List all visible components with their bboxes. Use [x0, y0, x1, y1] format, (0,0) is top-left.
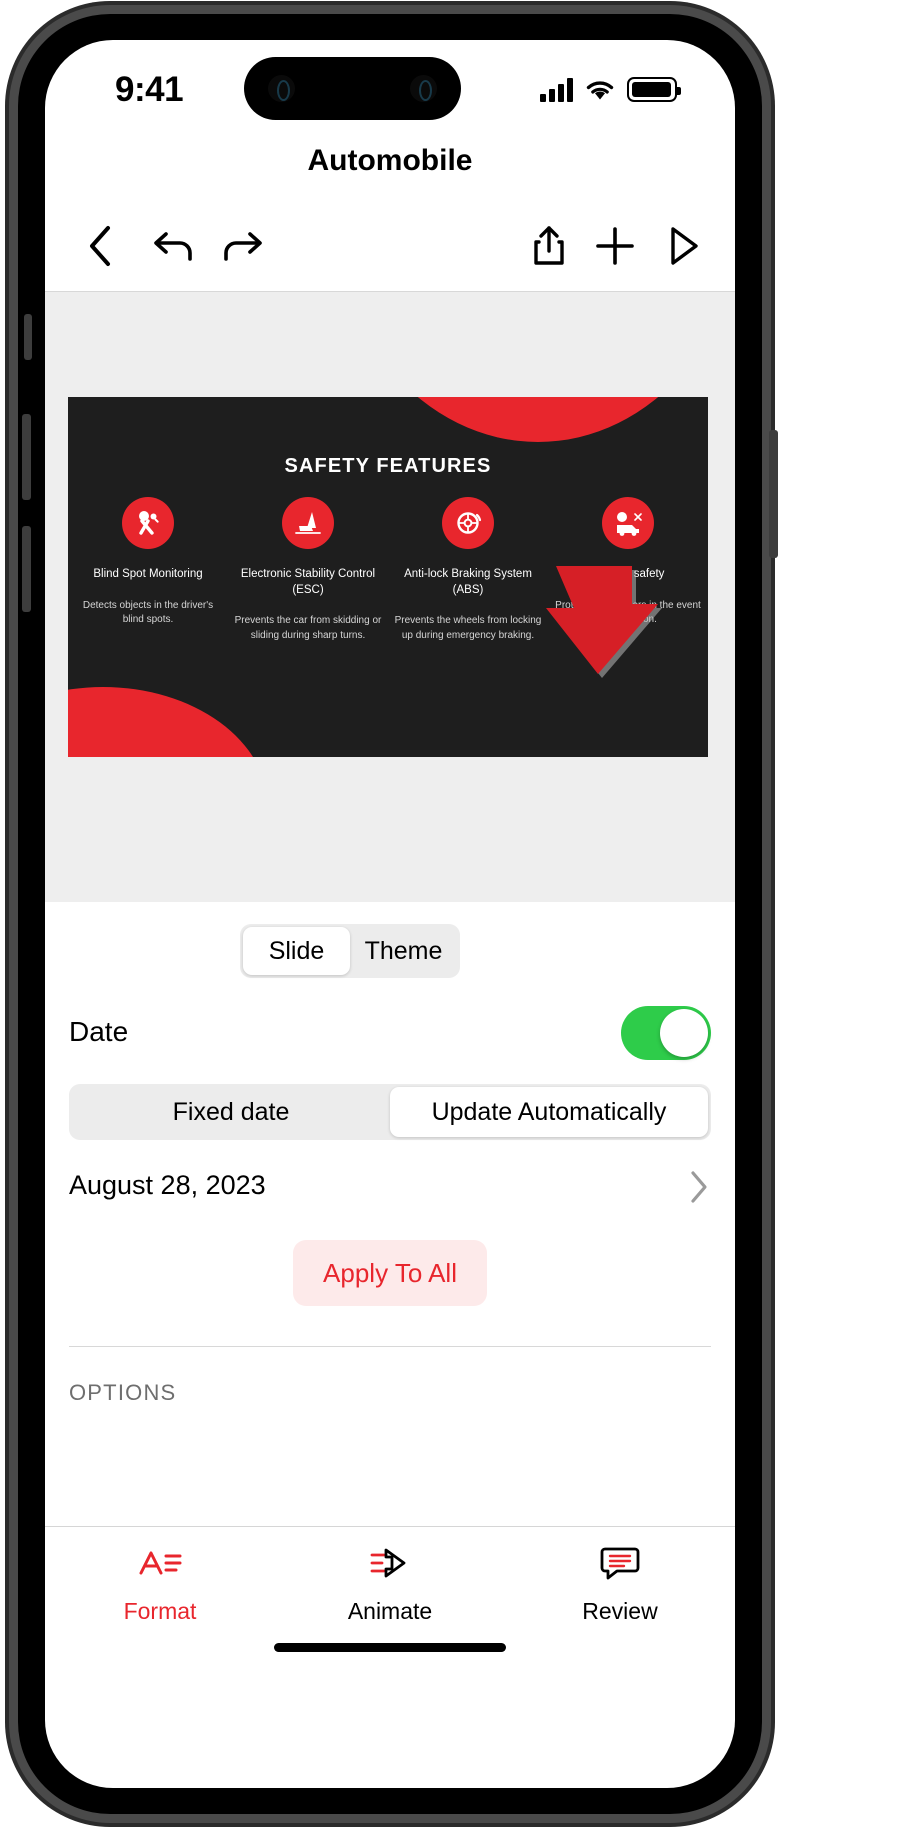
add-button[interactable]	[587, 218, 643, 274]
segmented-control-date-mode[interactable]: Fixed date Update Automatically	[69, 1084, 711, 1140]
dynamic-island	[244, 57, 461, 120]
tab-review-label: Review	[582, 1598, 658, 1624]
tab-format[interactable]: Format	[45, 1527, 275, 1674]
feature-description: Prevents the wheels from locking up duri…	[394, 615, 542, 641]
tab-format-label: Format	[123, 1598, 197, 1624]
back-button[interactable]	[73, 218, 129, 274]
date-toggle[interactable]	[621, 1006, 711, 1060]
face-id-sensor-icon	[410, 75, 437, 102]
tab-animate-label: Animate	[347, 1598, 433, 1624]
options-section-header: OPTIONS	[69, 1380, 177, 1405]
date-value-row[interactable]: August 28, 2023	[45, 1158, 735, 1224]
slide-title: SAFETY FEATURES	[284, 455, 492, 477]
status-time: 9:41	[115, 70, 184, 109]
date-label: Date	[69, 1016, 129, 1047]
feature-item: Airbags safety Protects passengers in th…	[553, 497, 703, 628]
front-camera-icon	[268, 75, 295, 102]
slide-features-row: Blind Spot Monitoring Detects objects in…	[68, 497, 708, 643]
date-value: August 28, 2023	[69, 1170, 266, 1200]
feature-item: Electronic Stability Control (ESC) Preve…	[233, 497, 383, 643]
home-indicator	[274, 1643, 506, 1652]
animate-arrow-icon	[366, 1545, 414, 1586]
feature-name: Blind Spot Monitoring	[93, 568, 203, 580]
top-toolbar	[45, 200, 735, 292]
feature-description: Protects passengers in the event of a co…	[555, 599, 701, 626]
apply-to-all-button[interactable]: Apply To All	[293, 1240, 487, 1306]
feature-description: Prevents the car from skidding or slidin…	[234, 615, 382, 641]
feature-name: Airbags safety	[591, 568, 665, 580]
date-toggle-knob	[660, 1009, 708, 1057]
device-screen: 9:41 Automobile SAFETY FEATURES Blind Sp…	[45, 40, 735, 1788]
power-button[interactable]	[769, 430, 778, 558]
segmented-control-scope[interactable]: Slide Theme	[240, 924, 460, 978]
slide-decor-wave-top-right	[328, 397, 708, 442]
status-indicators	[540, 68, 681, 102]
redo-button[interactable]	[213, 218, 269, 274]
wifi-icon	[584, 78, 616, 102]
format-text-icon	[136, 1545, 184, 1586]
device-frame: 9:41 Automobile SAFETY FEATURES Blind Sp…	[18, 14, 762, 1814]
segment-fixed-date[interactable]: Fixed date	[72, 1087, 390, 1137]
cellular-signal-icon	[540, 78, 573, 102]
car-seat-icon	[282, 497, 334, 549]
seatbelt-person-icon	[122, 497, 174, 549]
slide-canvas[interactable]: SAFETY FEATURES Blind Spot Monitoring De…	[45, 292, 735, 902]
volume-down-button[interactable]	[22, 526, 31, 612]
comment-bubble-icon	[598, 1545, 642, 1586]
undo-button[interactable]	[147, 218, 203, 274]
share-button[interactable]	[521, 218, 577, 274]
feature-description: Detects objects in the driver's blind sp…	[82, 599, 214, 626]
feature-name: Electronic Stability Control (ESC)	[240, 568, 376, 596]
feature-name: Anti-lock Braking System (ABS)	[404, 568, 532, 596]
section-divider	[69, 1346, 711, 1347]
segment-slide[interactable]: Slide	[243, 927, 350, 975]
battery-icon	[627, 77, 681, 102]
feature-item: Blind Spot Monitoring Detects objects in…	[73, 497, 223, 628]
segment-update-automatically[interactable]: Update Automatically	[390, 1087, 708, 1137]
slide-preview[interactable]: SAFETY FEATURES Blind Spot Monitoring De…	[68, 397, 708, 757]
date-row: Date	[45, 1000, 735, 1072]
tab-review[interactable]: Review	[505, 1527, 735, 1674]
slide-decor-wave-bottom-left	[68, 687, 268, 757]
segment-theme[interactable]: Theme	[350, 927, 457, 975]
airbag-car-icon	[602, 497, 654, 549]
silent-switch[interactable]	[24, 314, 32, 360]
play-button[interactable]	[655, 218, 711, 274]
brake-disc-icon	[442, 497, 494, 549]
status-bar: 9:41	[45, 40, 735, 132]
page-title: Automobile	[307, 144, 473, 177]
feature-item: Anti-lock Braking System (ABS) Prevents …	[393, 497, 543, 643]
inspector-panel: Slide Theme Date Fixed date Update Autom…	[45, 902, 735, 1674]
volume-up-button[interactable]	[22, 414, 31, 500]
chevron-right-icon[interactable]	[689, 1170, 709, 1204]
